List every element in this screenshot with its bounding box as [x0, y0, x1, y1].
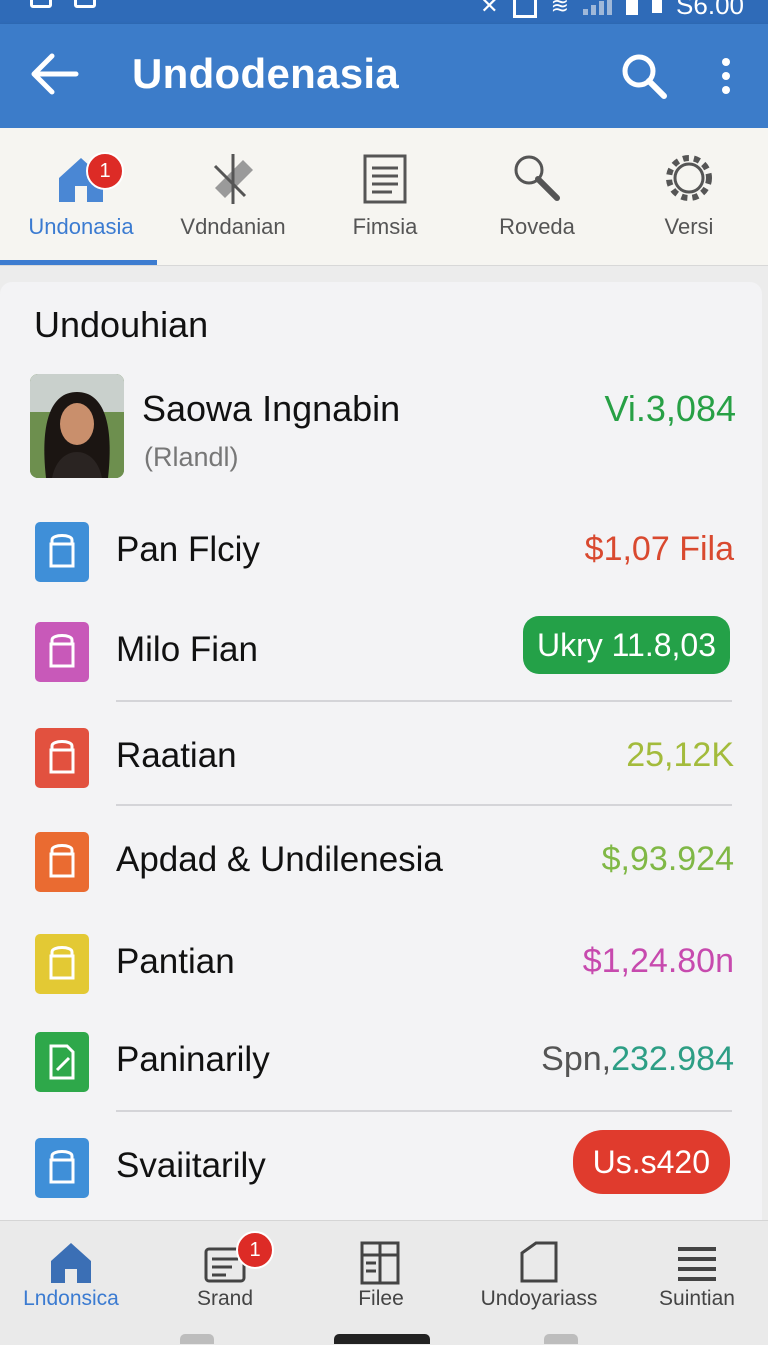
summary-card: Undouhian Saowa Ingnabin (Rlandl) Vi.3,0…	[0, 282, 762, 1242]
list-item-value: $1,07 Fila	[585, 530, 734, 569]
battery-icon	[652, 0, 663, 13]
value-amount: 25,12K	[626, 736, 734, 774]
tab-label: Vdndanian	[180, 214, 286, 239]
gear-icon	[666, 155, 712, 201]
profile-name: Saowa Ingnabin	[142, 388, 401, 429]
files-icon	[360, 1241, 400, 1285]
tab-undonasia[interactable]: 1 Undonasia	[4, 128, 158, 265]
nav-filee[interactable]: Filee	[304, 1221, 458, 1331]
list-item[interactable]: Milo Fian Ukry 11.8,03	[0, 616, 762, 688]
notification-icon	[74, 0, 96, 8]
battery-icon	[626, 0, 639, 15]
list-item[interactable]: Paninarily Spn,232.984	[0, 1028, 762, 1098]
list-item[interactable]: Pan Flciy $1,07 Fila	[0, 518, 762, 588]
tab-fimsia[interactable]: Fimsia	[308, 128, 462, 265]
app-bar: Undodenasia	[0, 24, 768, 128]
notification-badge: 1	[86, 152, 124, 190]
list-item-value: $,93.924	[602, 840, 734, 879]
row-divider	[116, 700, 732, 702]
edit-doc-icon	[35, 1032, 89, 1092]
active-tab-indicator	[0, 260, 157, 265]
list-item[interactable]: Pantian $1,24.80n	[0, 930, 762, 1000]
list-item[interactable]: Raatian 25,12K	[0, 724, 762, 794]
avatar-photo	[30, 374, 124, 478]
tab-label: Roveda	[499, 214, 575, 239]
profile-subtitle: (Rlandl)	[144, 442, 239, 472]
value-amount: $1,07 Fila	[584, 530, 734, 568]
status-bar: ✕ ≋ S6.00	[0, 0, 768, 24]
bag-icon	[35, 1138, 89, 1198]
gesture-bar-home[interactable]	[334, 1334, 430, 1344]
value-amount: $,93.924	[601, 840, 734, 878]
list-item-label: Pan Flciy	[116, 530, 260, 569]
avatar	[30, 374, 124, 478]
list-item-label: Milo Fian	[116, 630, 258, 669]
tools-icon	[213, 154, 253, 204]
gesture-bar-left	[180, 1334, 214, 1344]
value-amount: 232.984	[611, 1040, 734, 1078]
value-amount: $1,24.80n	[582, 942, 734, 980]
notification-badge: 1	[236, 1231, 274, 1269]
nav-undoyariass[interactable]: Undoyariass	[462, 1221, 616, 1331]
document-icon	[363, 154, 407, 204]
bag-icon	[35, 728, 89, 788]
bag-icon	[35, 622, 89, 682]
wifi-icon: ≋	[550, 0, 570, 18]
tab-label: Fimsia	[352, 214, 418, 239]
bag-icon	[35, 934, 89, 994]
value-badge[interactable]: Ukry 11.8,03	[522, 616, 730, 674]
nav-srand[interactable]: 1 Srand	[148, 1221, 302, 1331]
search-icon[interactable]	[620, 52, 668, 100]
profile-row[interactable]: Saowa Ingnabin (Rlandl) Vi.3,084	[30, 374, 740, 484]
tab-vdndanian[interactable]: Vdndanian	[156, 128, 310, 265]
list-item-label: Paninarily	[116, 1040, 270, 1079]
bottom-navigation: Lndonsica 1 Srand Filee Undoyariass Suin…	[0, 1220, 768, 1345]
profile-value: Vi.3,084	[604, 388, 736, 429]
tab-label: Versi	[664, 214, 714, 239]
signal-icon	[583, 0, 613, 15]
nfc-icon	[512, 0, 537, 18]
list-item-label: Raatian	[116, 736, 237, 775]
nav-suintian[interactable]: Suintian	[620, 1221, 768, 1331]
list-item-value: $1,24.80n	[583, 942, 734, 981]
list-item[interactable]: Apdad & Undilenesia $,93.924	[0, 828, 762, 898]
nav-lndonsica[interactable]: Lndonsica	[0, 1221, 148, 1331]
bag-icon	[35, 522, 89, 582]
value-badge[interactable]: Us.s420	[572, 1130, 730, 1194]
gesture-bar-right	[544, 1334, 578, 1344]
value-prefix: Spn,	[541, 1040, 612, 1078]
app-title: Undodenasia	[132, 50, 400, 97]
list-item-value: Spn,232.984	[541, 1040, 734, 1079]
tab-roveda[interactable]: Roveda	[460, 128, 614, 265]
page-icon	[520, 1241, 558, 1283]
card-title: Undouhian	[34, 304, 209, 345]
notification-icon	[30, 0, 52, 8]
back-arrow-icon[interactable]	[30, 52, 80, 96]
list-item-label: Svaiitarily	[116, 1146, 266, 1185]
list-item-value: 25,12K	[626, 736, 734, 775]
row-divider	[116, 1110, 732, 1112]
status-time: S6.00	[676, 0, 744, 20]
row-divider	[116, 804, 732, 806]
tab-label: Undonasia	[28, 214, 134, 239]
menu-icon	[678, 1247, 716, 1281]
top-tabs: 1 Undonasia Vdndanian Fimsia Roveda Vers…	[0, 128, 768, 266]
mute-icon: ✕	[480, 0, 499, 18]
list-item-label: Pantian	[116, 942, 235, 981]
tab-versi[interactable]: Versi	[612, 128, 766, 265]
magnifier-icon	[514, 155, 560, 201]
list-item[interactable]: Svaiitarily Us.s420	[0, 1130, 762, 1204]
nav-label: Suintian	[659, 1287, 735, 1310]
bag-icon	[35, 832, 89, 892]
list-item-label: Apdad & Undilenesia	[116, 840, 443, 879]
home-icon	[51, 1243, 91, 1283]
more-options-icon[interactable]	[712, 54, 740, 98]
